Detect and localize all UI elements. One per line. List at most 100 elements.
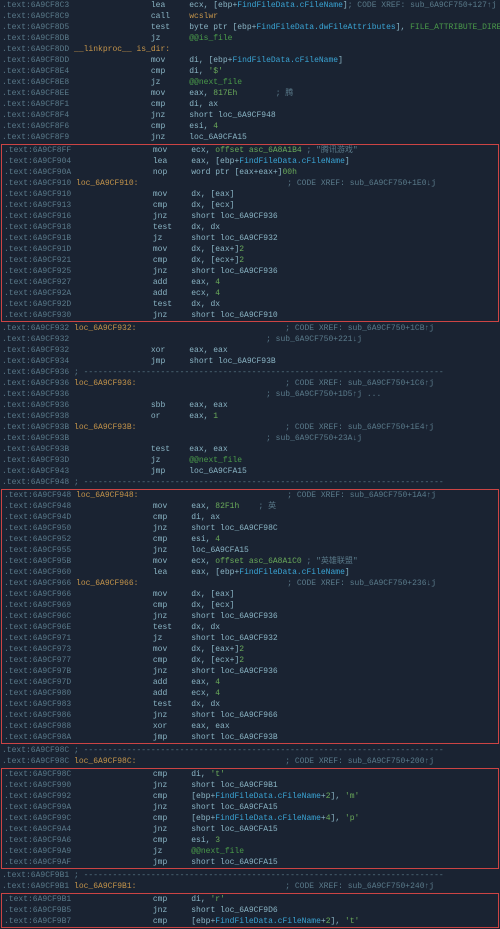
address: .text:6A9CF932	[2, 346, 69, 355]
asm-line[interactable]: .text:6A9CF93B loc_6A9CF93B: ; CODE XREF…	[0, 422, 500, 433]
asm-line[interactable]: .text:6A9CF96E test dx, dx	[2, 622, 498, 633]
asm-line[interactable]: .text:6A9CF8F6 cmp esi, 4	[0, 121, 500, 132]
asm-line[interactable]: .text:6A9CF921 cmp dx, [ecx+]2	[2, 255, 498, 266]
asm-line[interactable]: .text:6A9CF8E8 jz @@next_file	[0, 77, 500, 88]
asm-line[interactable]: .text:6A9CF977 cmp dx, [ecx+]2	[2, 655, 498, 666]
asm-line[interactable]: .text:6A9CF91D mov dx, [eax+]2	[2, 244, 498, 255]
asm-line[interactable]: .text:6A9CF8DD mov di, [ebp+FindFileData…	[0, 55, 500, 66]
struct-field: FindFileData.cFileName	[215, 917, 321, 926]
asm-line[interactable]: .text:6A9CF93B test eax, eax	[0, 444, 500, 455]
asm-line[interactable]: .text:6A9CF948 ; -----------------------…	[0, 477, 500, 488]
asm-line[interactable]: .text:6A9CF8F1 cmp di, ax	[0, 99, 500, 110]
comment: ; "英雄联盟"	[302, 557, 358, 566]
asm-line[interactable]: .text:6A9CF98A jmp short loc_6A9CF93B	[2, 732, 498, 743]
asm-line[interactable]: .text:6A9CF9A4 jnz short loc_6A9CFA15	[2, 824, 498, 835]
asm-line[interactable]: .text:6A9CF8D5 test byte ptr [ebp+FindFi…	[0, 22, 500, 33]
address: .text:6A9CF93B	[2, 445, 69, 454]
asm-line[interactable]: .text:6A9CF9AF jmp short loc_6A9CFA15	[2, 857, 498, 868]
asm-line[interactable]: .text:6A9CF9A9 jz @@next_file	[2, 846, 498, 857]
asm-line[interactable]: .text:6A9CF986 jnz short loc_6A9CF966	[2, 710, 498, 721]
asm-line[interactable]: .text:6A9CF99C cmp [ebp+FindFileData.cFi…	[2, 813, 498, 824]
asm-line[interactable]: .text:6A9CF955 jnz loc_6A9CFA15	[2, 545, 498, 556]
asm-line[interactable]: .text:6A9CF97B jnz short loc_6A9CF936	[2, 666, 498, 677]
asm-line[interactable]: .text:6A9CF92A add ecx, 4	[2, 288, 498, 299]
address: .text:6A9CF94D	[4, 513, 71, 522]
asm-line[interactable]: .text:6A9CF91B jz short loc_6A9CF932	[2, 233, 498, 244]
asm-line[interactable]: .text:6A9CF932 ; sub_6A9CF750+221↓j	[0, 334, 500, 345]
asm-line[interactable]: .text:6A9CF8DB jz @@is_file	[0, 33, 500, 44]
asm-line[interactable]: .text:6A9CF938 or eax, 1	[0, 411, 500, 422]
address: .text:6A9CF90A	[4, 168, 71, 177]
asm-line[interactable]: .text:6A9CF936 sbb eax, eax	[0, 400, 500, 411]
address: .text:6A9CF992	[4, 792, 71, 801]
asm-line[interactable]: .text:6A9CF932 xor eax, eax	[0, 345, 500, 356]
asm-line[interactable]: .text:6A9CF988 xor eax, eax	[2, 721, 498, 732]
asm-line[interactable]: .text:6A9CF98C loc_6A9CF98C: ; CODE XREF…	[0, 756, 500, 767]
asm-line[interactable]: .text:6A9CF916 jnz short loc_6A9CF936	[2, 211, 498, 222]
address: .text:6A9CF92D	[4, 300, 71, 309]
asm-line[interactable]: .text:6A9CF8C9 call wcslwr	[0, 11, 500, 22]
asm-line[interactable]: .text:6A9CF932 loc_6A9CF932: ; CODE XREF…	[0, 323, 500, 334]
asm-line[interactable]: .text:6A9CF96C jnz short loc_6A9CF936	[2, 611, 498, 622]
asm-line[interactable]: .text:6A9CF8F9 jnz loc_6A9CFA15	[0, 132, 500, 143]
asm-line[interactable]: .text:6A9CF9A6 cmp esi, 3	[2, 835, 498, 846]
asm-line[interactable]: .text:6A9CF9B7 cmp [ebp+FindFileData.cFi…	[2, 916, 498, 927]
asm-line[interactable]: .text:6A9CF9B1 ; -----------------------…	[0, 870, 500, 881]
asm-line[interactable]: .text:6A9CF99A jnz short loc_6A9CFA15	[2, 802, 498, 813]
asm-line[interactable]: .text:6A9CF973 mov dx, [eax+]2	[2, 644, 498, 655]
asm-line[interactable]: .text:6A9CF913 cmp dx, [ecx]	[2, 200, 498, 211]
asm-line[interactable]: .text:6A9CF960 lea eax, [ebp+FindFileDat…	[2, 567, 498, 578]
xref: ; CODE XREF: sub_6A9CF750+240↑j	[136, 882, 434, 891]
address: .text:6A9CF936	[2, 379, 69, 388]
asm-line[interactable]: .text:6A9CF943 jmp loc_6A9CFA15	[0, 466, 500, 477]
asm-line[interactable]: .text:6A9CF93B ; sub_6A9CF750+23A↓j	[0, 433, 500, 444]
asm-line[interactable]: .text:6A9CF94D cmp di, ax	[2, 512, 498, 523]
asm-line[interactable]: .text:6A9CF934 jmp short loc_6A9CF93B	[0, 356, 500, 367]
asm-line[interactable]: .text:6A9CF930 jnz short loc_6A9CF910	[2, 310, 498, 321]
asm-line[interactable]: .text:6A9CF9B1 cmp di, 'r'	[2, 894, 498, 905]
asm-line[interactable]: .text:6A9CF9B5 jnz short loc_6A9CF9D6	[2, 905, 498, 916]
asm-line[interactable]: .text:6A9CF90A nop word ptr [eax+eax+]00…	[2, 167, 498, 178]
asm-line[interactable]: .text:6A9CF980 add ecx, 4	[2, 688, 498, 699]
asm-line[interactable]: .text:6A9CF97D add eax, 4	[2, 677, 498, 688]
asm-line[interactable]: .text:6A9CF93D jz @@next_file	[0, 455, 500, 466]
asm-line[interactable]: .text:6A9CF8EE mov eax, 817Eh ; 腾	[0, 88, 500, 99]
asm-line[interactable]: .text:6A9CF9B1 loc_6A9CF9B1: ; CODE XREF…	[0, 881, 500, 892]
comment: ; sub_6A9CF750+23A↓j	[74, 434, 362, 443]
asm-line[interactable]: .text:6A9CF966 mov dx, [eax]	[2, 589, 498, 600]
asm-line[interactable]: .text:6A9CF952 cmp esi, 4	[2, 534, 498, 545]
asm-line[interactable]: .text:6A9CF936 ; sub_6A9CF750+1D5↑j ...	[0, 389, 500, 400]
asm-line[interactable]: .text:6A9CF927 add eax, 4	[2, 277, 498, 288]
asm-line[interactable]: .text:6A9CF92D test dx, dx	[2, 299, 498, 310]
address: .text:6A9CF9B5	[4, 906, 71, 915]
asm-line[interactable]: .text:6A9CF948 mov eax, 82F1h ; 英	[2, 501, 498, 512]
asm-line[interactable]: .text:6A9CF8DD __linkproc__ is_dir:	[0, 44, 500, 55]
asm-line[interactable]: .text:6A9CF910 loc_6A9CF910: ; CODE XREF…	[2, 178, 498, 189]
address: .text:6A9CF913	[4, 201, 71, 210]
asm-line[interactable]: .text:6A9CF910 mov dx, [eax]	[2, 189, 498, 200]
asm-line[interactable]: .text:6A9CF992 cmp [ebp+FindFileData.cFi…	[2, 791, 498, 802]
asm-line[interactable]: .text:6A9CF8C3 lea ecx, [ebp+FindFileDat…	[0, 0, 500, 11]
asm-line[interactable]: .text:6A9CF990 jnz short loc_6A9CF9B1	[2, 780, 498, 791]
asm-line[interactable]: .text:6A9CF925 jnz short loc_6A9CF936	[2, 266, 498, 277]
asm-line[interactable]: .text:6A9CF918 test dx, dx	[2, 222, 498, 233]
asm-line[interactable]: .text:6A9CF966 loc_6A9CF966: ; CODE XREF…	[2, 578, 498, 589]
highlighted-block: .text:6A9CF8FF mov ecx, offset asc_6A8A1…	[1, 144, 499, 322]
asm-line[interactable]: .text:6A9CF983 test dx, dx	[2, 699, 498, 710]
address: .text:6A9CF934	[2, 357, 69, 366]
asm-line[interactable]: .text:6A9CF8FF mov ecx, offset asc_6A8A1…	[2, 145, 498, 156]
address: .text:6A9CF96C	[4, 612, 71, 621]
asm-line[interactable]: .text:6A9CF950 jnz short loc_6A9CF98C	[2, 523, 498, 534]
asm-line[interactable]: .text:6A9CF948 loc_6A9CF948: ; CODE XREF…	[2, 490, 498, 501]
asm-line[interactable]: .text:6A9CF98C ; -----------------------…	[0, 745, 500, 756]
asm-line[interactable]: .text:6A9CF936 loc_6A9CF936: ; CODE XREF…	[0, 378, 500, 389]
asm-line[interactable]: .text:6A9CF971 jz short loc_6A9CF932	[2, 633, 498, 644]
asm-line[interactable]: .text:6A9CF98C cmp di, 't'	[2, 769, 498, 780]
asm-line[interactable]: .text:6A9CF969 cmp dx, [ecx]	[2, 600, 498, 611]
asm-line[interactable]: .text:6A9CF936 ; -----------------------…	[0, 367, 500, 378]
asm-line[interactable]: .text:6A9CF904 lea eax, [ebp+FindFileDat…	[2, 156, 498, 167]
xref: ; CODE XREF: sub_6A9CF750+1E4↑j	[136, 423, 434, 432]
asm-line[interactable]: .text:6A9CF8E4 cmp di, '$'	[0, 66, 500, 77]
asm-line[interactable]: .text:6A9CF95B mov ecx, offset asc_6A8A1…	[2, 556, 498, 567]
asm-line[interactable]: .text:6A9CF8F4 jnz short loc_6A9CF948	[0, 110, 500, 121]
